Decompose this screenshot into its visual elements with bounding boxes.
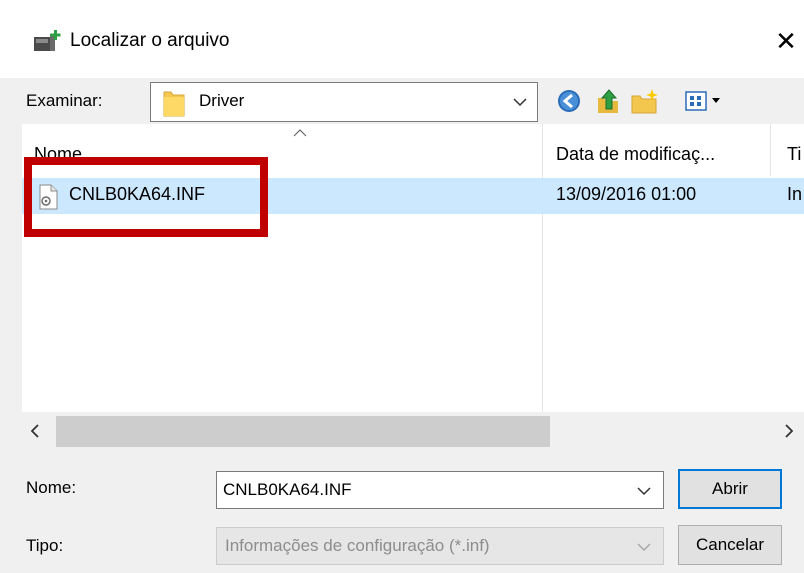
column-divider <box>770 124 771 176</box>
chevron-down-icon[interactable] <box>507 87 533 117</box>
file-name-input[interactable] <box>223 477 623 503</box>
title-bar: Localizar o arquivo ✕ <box>0 0 804 78</box>
sort-ascending-icon <box>293 129 307 137</box>
file-type: In <box>787 184 803 204</box>
close-icon[interactable]: ✕ <box>768 22 804 62</box>
window-title: Localizar o arquivo <box>70 30 230 51</box>
column-divider <box>542 124 543 412</box>
file-name-label: Nome: <box>26 478 77 497</box>
file-name-combobox[interactable] <box>216 471 664 509</box>
highlight-box <box>24 157 268 237</box>
look-in-value: Driver <box>199 91 245 110</box>
look-in-label: Examinar: <box>26 91 103 110</box>
file-date: 13/09/2016 01:00 <box>556 184 697 204</box>
back-icon[interactable] <box>555 88 583 114</box>
column-header-type[interactable]: Ti <box>787 144 801 165</box>
folder-icon <box>163 91 185 117</box>
scrollbar-thumb[interactable] <box>56 416 550 447</box>
cancel-button[interactable]: Cancelar <box>678 525 782 565</box>
scroll-right-icon[interactable] <box>782 420 796 442</box>
chevron-down-icon <box>637 543 651 552</box>
column-header-date[interactable]: Data de modificaç... <box>556 144 715 165</box>
add-printer-driver-icon <box>34 30 61 51</box>
look-in-dropdown[interactable]: Driver <box>150 82 538 122</box>
up-folder-icon[interactable] <box>595 88 621 114</box>
horizontal-scrollbar[interactable] <box>22 412 804 452</box>
view-menu-icon[interactable] <box>682 88 734 114</box>
file-type-dropdown[interactable]: Informações de configuração (*.inf) <box>216 527 664 565</box>
file-type-value: Informações de configuração (*.inf) <box>225 536 490 555</box>
file-type-label: Tipo: <box>26 536 64 555</box>
chevron-down-icon[interactable] <box>631 476 657 506</box>
new-folder-icon[interactable] <box>630 88 660 114</box>
open-button[interactable]: Abrir <box>678 469 782 509</box>
scroll-left-icon[interactable] <box>28 420 42 442</box>
